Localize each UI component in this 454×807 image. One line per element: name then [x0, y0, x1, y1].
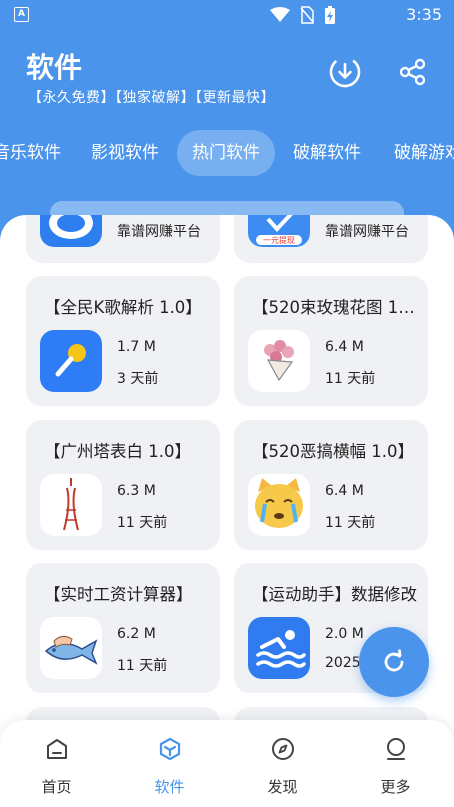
app-card[interactable]: 【520恶搞横幅 1.0】 6.4 M 11 天前 — [234, 420, 428, 550]
nav-label: 首页 — [41, 778, 72, 796]
app-icon-partial: 一元提现 — [248, 215, 310, 247]
app-size: 6.4 M — [325, 483, 364, 499]
app-time: 11 天前 — [325, 371, 376, 387]
nav-label: 软件 — [154, 778, 185, 796]
nav-item-software[interactable]: 软件 — [113, 720, 226, 807]
battery-charging-icon — [325, 6, 335, 24]
refresh-icon — [384, 649, 404, 672]
tab-cracked-software[interactable]: 破解软件 — [278, 130, 376, 176]
header: 软件 【永久免费】【独家破解】【更新最快】 — [0, 30, 454, 130]
download-button[interactable] — [327, 54, 363, 90]
share-icon — [399, 58, 426, 86]
nav-item-discover[interactable]: 发现 — [226, 720, 339, 807]
app-card[interactable]: 【520束玫瑰花图 1.0】 6.4 M 11 天前 — [234, 276, 428, 406]
app-card[interactable]: 【全民K歌解析 1.0】 1.7 M 3 天前 — [26, 276, 220, 406]
app-size: 6.2 M — [117, 626, 156, 642]
app-title: 【广州塔表白 1.0】 — [44, 442, 191, 461]
nav-label: 更多 — [380, 778, 411, 796]
compass-icon — [272, 738, 294, 760]
swimmer-icon — [248, 617, 310, 679]
app-size: 6.3 M — [117, 483, 156, 499]
status-time: 3:35 — [406, 5, 442, 24]
bouquet-icon — [248, 330, 310, 392]
app-size: 1.7 M — [117, 339, 156, 355]
bottom-navigation: 首页 软件 发现 更多 — [0, 720, 454, 807]
canton-tower-icon — [40, 474, 102, 536]
app-title: 【实时工资计算器】 — [44, 585, 193, 604]
refresh-button[interactable] — [359, 627, 429, 697]
icon-caption: 一元提现 — [263, 236, 295, 245]
app-icon-partial — [40, 215, 102, 247]
app-title: 【全民K歌解析 1.0】 — [44, 298, 202, 317]
page-title: 软件 — [26, 51, 83, 84]
app-title: 【520束玫瑰花图 1.0】 — [252, 298, 417, 317]
app-title: 【运动助手】数据修改 — [252, 585, 417, 604]
fish-hand-icon — [40, 617, 102, 679]
app-card-partial-title: 靠谱网赚平台 — [117, 224, 201, 240]
wifi-icon — [270, 7, 290, 22]
app-time: 3 天前 — [117, 371, 159, 387]
app-card-partial[interactable]: 靠谱网赚平台 — [26, 215, 220, 263]
status-bar: A 3:35 — [0, 0, 454, 30]
app-time: 11 天前 — [325, 515, 376, 531]
tab-hot[interactable]: 热门软件 — [177, 130, 275, 176]
app-card[interactable]: 【广州塔表白 1.0】 6.3 M 11 天前 — [26, 420, 220, 550]
nav-label: 发现 — [267, 778, 298, 796]
tab-cracked-games[interactable]: 破解游戏 — [379, 130, 454, 176]
app-time: 2025 — [325, 655, 361, 671]
status-icons — [270, 5, 336, 25]
app-size: 2.0 M — [325, 626, 364, 642]
crying-cat-icon — [248, 474, 310, 536]
app-time: 11 天前 — [117, 515, 168, 531]
tab-video[interactable]: 影视软件 — [76, 130, 174, 176]
app-notification-icon: A — [14, 7, 29, 22]
app-title: 【520恶搞横幅 1.0】 — [252, 442, 414, 461]
more-icon — [387, 738, 405, 760]
download-icon — [329, 56, 361, 88]
share-button[interactable] — [395, 54, 431, 90]
app-size: 6.4 M — [325, 339, 364, 355]
nav-item-home[interactable]: 首页 — [0, 720, 113, 807]
category-tabs: 音乐软件 影视软件 热门软件 破解软件 破解游戏 — [0, 130, 454, 176]
home-icon — [47, 739, 67, 759]
app-card-partial[interactable]: 一元提现 靠谱网赚平台 — [234, 215, 428, 263]
app-grid: 靠谱网赚平台 一元提现 靠谱网赚平台 【全民K歌解析 1.0】 1.7 M 3 … — [0, 215, 454, 807]
page-subtitle: 【永久免费】【独家破解】【更新最快】 — [28, 90, 275, 106]
no-sim-icon — [300, 6, 314, 24]
tab-music[interactable]: 音乐软件 — [0, 130, 76, 176]
microphone-icon — [40, 330, 102, 392]
app-card-partial-title: 靠谱网赚平台 — [325, 224, 409, 240]
app-time: 11 天前 — [117, 658, 168, 674]
app-card[interactable]: 【实时工资计算器】 6.2 M 11 天前 — [26, 563, 220, 693]
software-icon — [159, 737, 181, 761]
nav-item-more[interactable]: 更多 — [339, 720, 452, 807]
